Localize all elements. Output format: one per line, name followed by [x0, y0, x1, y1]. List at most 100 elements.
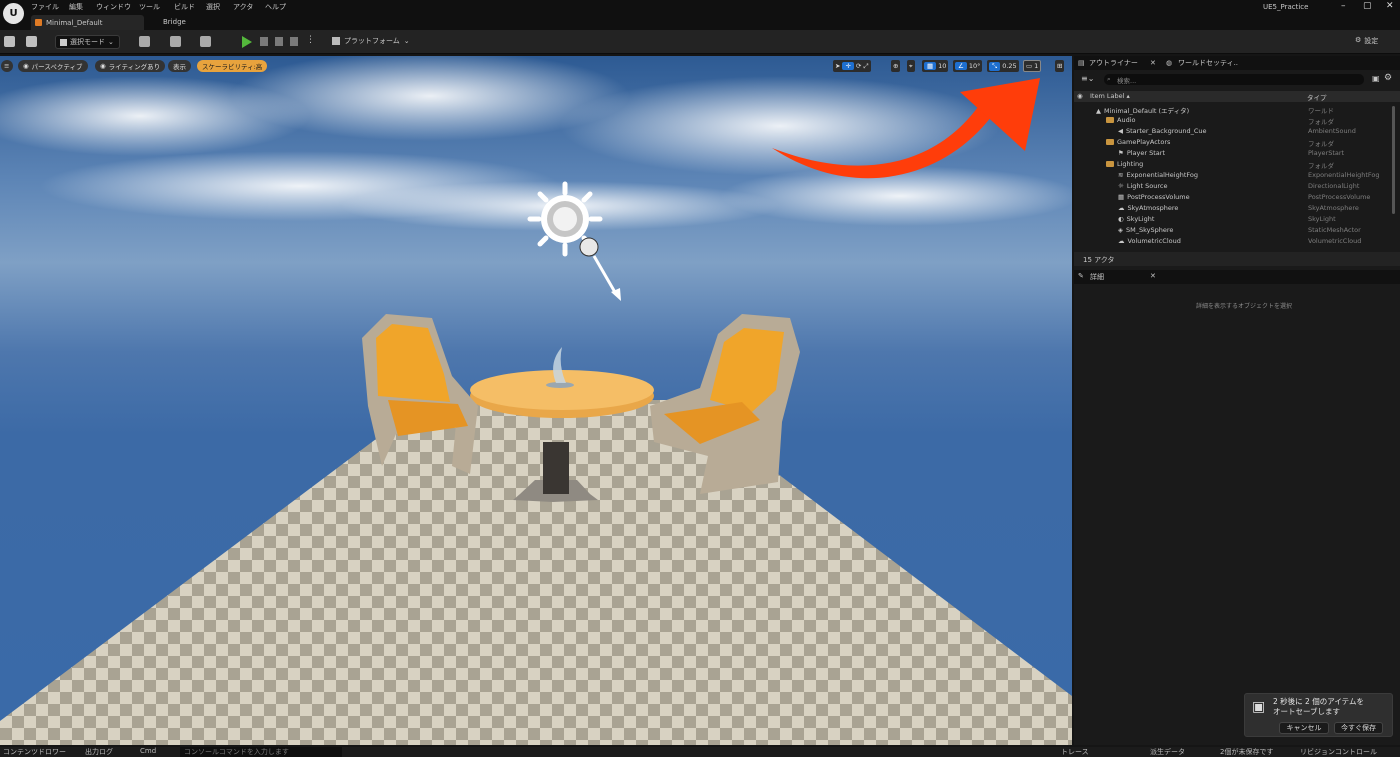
stop-icon[interactable]	[275, 37, 283, 46]
outliner-row-text: GamePlayActors	[1117, 138, 1171, 146]
camera-speed[interactable]: ▭ 1	[1023, 60, 1042, 72]
select-mode-dropdown[interactable]: 選択モード ⌄	[55, 35, 120, 49]
viewport-toolbar: ≡ ◉ パースペクティブ ◉ ライティングあり 表示 スケーラビリティ:高 ➤ ✛ …	[0, 58, 1072, 72]
close-icon[interactable]: ✕	[1150, 59, 1156, 67]
save-now-button[interactable]: 今すぐ保存	[1334, 722, 1383, 734]
surface-snap-toggle[interactable]: ⌖	[907, 60, 915, 72]
col-type[interactable]: タイプ	[1307, 92, 1327, 102]
add-actor-icon[interactable]	[139, 36, 150, 47]
trace-button[interactable]: トレース	[1061, 747, 1089, 757]
menu-tools[interactable]: ツール	[139, 2, 160, 12]
outliner-row[interactable]: ☁ VolumetricCloud VolumetricCloud	[1074, 236, 1390, 247]
output-log-button[interactable]: 出力ログ	[85, 747, 113, 757]
console-input[interactable]: コンソールコマンドを入力します	[180, 747, 342, 757]
filter-icon[interactable]: ≡⌄	[1081, 74, 1094, 83]
perspective-label: パースペクティブ	[31, 63, 83, 71]
platform-label: プラットフォーム	[344, 37, 400, 45]
outliner-row[interactable]: ◈ SM_SkySphere StaticMeshActor	[1074, 225, 1390, 236]
outliner-row[interactable]: ◐ SkyLight SkyLight	[1074, 214, 1390, 225]
more-options-icon[interactable]: ⋮	[306, 35, 315, 45]
tab-bridge[interactable]: Bridge	[163, 18, 186, 26]
outliner-row-type: フォルダ	[1308, 140, 1334, 148]
outliner-header: ◉ Item Label ▴ タイプ	[1074, 91, 1400, 102]
autosave-message-line1: 2 秒後に 2 個のアイテムを	[1273, 697, 1364, 706]
menu-help[interactable]: ヘルプ	[265, 2, 286, 12]
scalability-warning[interactable]: スケーラビリティ:高	[197, 60, 268, 72]
menu-file[interactable]: ファイル	[31, 2, 59, 12]
mode-label: 選択モード	[70, 38, 105, 46]
content-browser-icon[interactable]	[26, 36, 37, 47]
outliner-row-text: VolumetricCloud	[1127, 237, 1181, 245]
outliner-row[interactable]: ◀ Starter_Background_Cue AmbientSound	[1074, 126, 1390, 137]
grid-icon: ▦	[924, 62, 937, 70]
lighting-button[interactable]: ◉ ライティングあり	[95, 60, 166, 72]
rotation-snap[interactable]: ∠ 10°	[953, 60, 983, 72]
outliner-row[interactable]: Lighting フォルダ	[1074, 159, 1390, 170]
outliner-row[interactable]: GamePlayActors フォルダ	[1074, 137, 1390, 148]
folder-icon	[1106, 139, 1114, 145]
menu-select[interactable]: 選択	[206, 2, 220, 12]
folder-icon	[1106, 117, 1114, 123]
revision-control-button[interactable]: リビジョンコントロール	[1300, 747, 1377, 757]
content-drawer-button[interactable]: コンテンツドロワー	[3, 747, 66, 757]
eject-icon[interactable]	[290, 37, 298, 46]
cmd-dropdown[interactable]: Cmd	[140, 747, 156, 755]
settings-button[interactable]: ⚙ 設定	[1355, 36, 1378, 46]
visibility-icon[interactable]: ◉	[1077, 92, 1083, 100]
unsaved-button[interactable]: 2個が未保存です	[1220, 747, 1273, 757]
derived-data-button[interactable]: 派生データ	[1150, 747, 1185, 757]
show-label: 表示	[173, 63, 186, 71]
gear-icon[interactable]: ⚙	[1384, 73, 1392, 83]
outliner-row[interactable]: ☁ SkyAtmosphere SkyAtmosphere	[1074, 203, 1390, 214]
maximize-viewport-button[interactable]: ⊞	[1055, 60, 1065, 72]
outliner-row[interactable]: ☼ Light Source DirectionalLight	[1074, 181, 1390, 192]
perspective-button[interactable]: ◉ パースペクティブ	[18, 60, 88, 72]
menu-build[interactable]: ビルド	[174, 2, 195, 12]
save-icon[interactable]	[4, 36, 15, 47]
grid-snap[interactable]: ▦ 10	[922, 60, 949, 72]
transform-tools: ➤ ✛ ⟳ ⤢	[833, 60, 871, 72]
add-folder-icon[interactable]: ▣	[1372, 74, 1380, 83]
outliner-row-type: AmbientSound	[1308, 127, 1356, 135]
cinematics-icon[interactable]	[200, 36, 211, 47]
scale-tool-icon[interactable]: ⤢	[863, 62, 868, 71]
col-item-label[interactable]: Item Label ▴	[1090, 92, 1130, 100]
outliner-row-type: PlayerStart	[1308, 149, 1345, 157]
outliner-scrollbar[interactable]	[1392, 106, 1395, 214]
cancel-button[interactable]: キャンセル	[1279, 722, 1329, 734]
close-icon[interactable]: ✕	[1150, 272, 1156, 280]
close-icon[interactable]: ✕	[1386, 1, 1394, 11]
platform-dropdown[interactable]: プラットフォーム ⌄	[332, 36, 410, 46]
rotate-tool-icon[interactable]: ⟳	[856, 62, 861, 70]
project-name: UE5_Practice	[1263, 3, 1309, 11]
outliner-row-label: ☁ VolumetricCloud	[1118, 237, 1181, 245]
step-icon[interactable]	[260, 37, 268, 46]
outliner-row[interactable]: ▲ Minimal_Default (エディタ) ワールド	[1074, 104, 1390, 115]
translate-tool-icon[interactable]: ✛	[842, 62, 854, 70]
world-local-toggle[interactable]: ⊕	[891, 60, 901, 72]
show-button[interactable]: 表示	[168, 60, 191, 72]
minimize-icon[interactable]: –	[1341, 1, 1346, 11]
tab-world-settings[interactable]: ワールドセッティ..	[1178, 58, 1238, 68]
menu-window[interactable]: ウィンドウ	[96, 2, 131, 12]
unreal-logo-icon[interactable]: U	[3, 3, 24, 24]
viewport-menu-icon[interactable]: ≡	[1, 60, 13, 72]
blueprint-icon[interactable]	[170, 36, 181, 47]
outliner-row[interactable]: ▦ PostProcessVolume PostProcessVolume	[1074, 192, 1390, 203]
menu-edit[interactable]: 編集	[69, 2, 83, 12]
level-viewport[interactable]: ≡ ◉ パースペクティブ ◉ ライティングあり 表示 スケーラビリティ:高 ➤ ✛ …	[0, 56, 1072, 745]
maximize-icon[interactable]: ▢	[1363, 1, 1372, 11]
angle-icon: ∠	[955, 62, 967, 70]
outliner-row[interactable]: Audio フォルダ	[1074, 115, 1390, 126]
outliner-row-type: StaticMeshActor	[1308, 226, 1361, 234]
outliner-search-input[interactable]: ⌕ 検索...	[1104, 74, 1364, 85]
tab-level[interactable]: Minimal_Default	[31, 15, 144, 30]
menu-actor[interactable]: アクタ	[233, 2, 253, 12]
scale-snap[interactable]: ⤡ 0.25	[987, 60, 1019, 72]
outliner-row[interactable]: ≋ ExponentialHeightFog ExponentialHeightFo…	[1074, 170, 1390, 181]
tab-details[interactable]: 詳細	[1090, 272, 1104, 282]
select-tool-icon[interactable]: ➤	[835, 62, 840, 70]
outliner-row[interactable]: ⚑ Player Start PlayerStart	[1074, 148, 1390, 159]
tab-outliner[interactable]: アウトライナー	[1089, 58, 1138, 68]
play-icon[interactable]	[242, 36, 252, 48]
